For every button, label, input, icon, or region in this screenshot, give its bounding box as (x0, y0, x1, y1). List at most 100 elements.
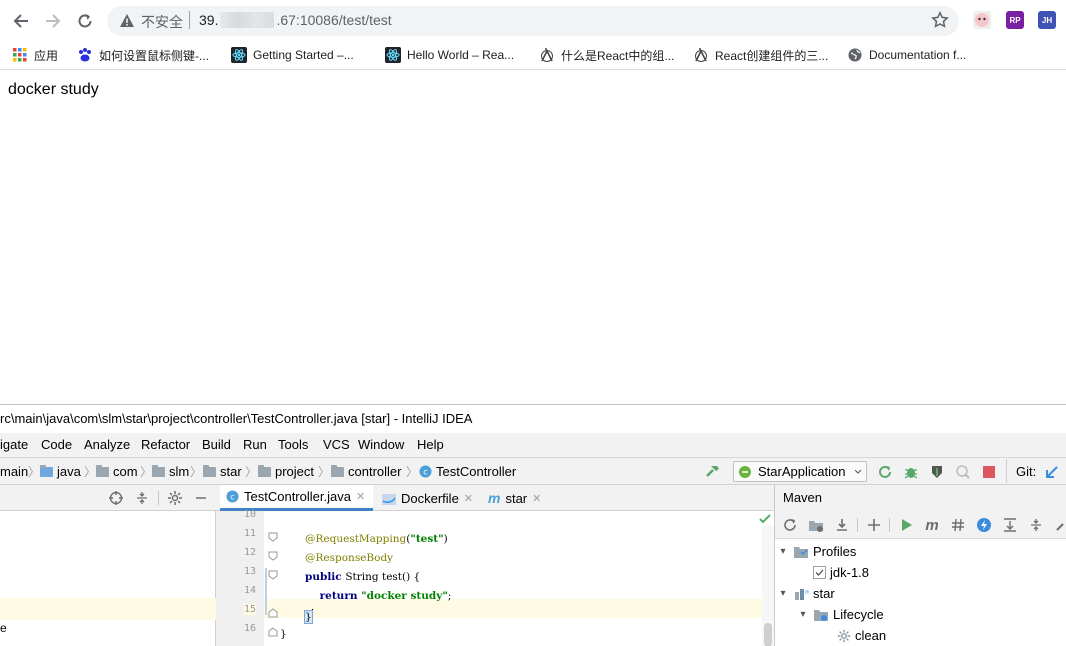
maven-tree-lifecycle[interactable]: ▾ Lifecycle (797, 607, 883, 622)
download-icon[interactable] (833, 516, 851, 534)
maven-project-icon: m (795, 588, 809, 600)
code-token: "docker study" (361, 590, 448, 602)
svg-text:c: c (423, 468, 427, 477)
breadcrumb-controller[interactable]: controller (331, 464, 401, 479)
breadcrumb-separator-icon: 〉 (28, 465, 41, 479)
fold-marker-icon[interactable] (268, 551, 278, 561)
chevron-down-icon[interactable]: ▾ (777, 588, 789, 599)
coverage-icon[interactable] (929, 464, 945, 480)
url-text[interactable]: 39. .67:10086/test/test (199, 12, 392, 28)
back-button[interactable] (10, 10, 32, 32)
fold-marker-icon[interactable] (268, 608, 278, 618)
tab-star-pom[interactable]: m star ✕ (482, 485, 548, 511)
breadcrumb-testcontroller[interactable]: c TestController (419, 464, 516, 479)
show-dependencies-icon[interactable] (1001, 516, 1019, 534)
skip-tests-icon[interactable] (975, 516, 993, 534)
jh-extension-icon[interactable]: JH (1038, 11, 1056, 29)
rerun-icon[interactable] (877, 464, 893, 480)
breadcrumb-star[interactable]: star (203, 464, 242, 479)
maven-tree-star[interactable]: ▾ m star (777, 586, 834, 601)
chevron-down-icon[interactable]: ▾ (797, 609, 809, 620)
bookmark-documentation[interactable]: Documentation f... (847, 46, 966, 64)
build-hammer-icon[interactable] (705, 464, 721, 480)
breadcrumb-project[interactable]: project (258, 464, 314, 479)
reimport-icon[interactable] (781, 516, 799, 534)
menu-help[interactable]: Help (417, 437, 444, 452)
menu-window[interactable]: Window (358, 437, 404, 452)
run-configuration-select[interactable]: StarApplication (733, 461, 867, 482)
breadcrumb-main[interactable]: main (0, 464, 28, 479)
breadcrumb-com[interactable]: com (96, 464, 138, 479)
menu-run[interactable]: Run (243, 437, 267, 452)
breadcrumb-java[interactable]: java (40, 464, 81, 479)
code-editor[interactable]: 10 11 12 13 14 15 16 @RequestMapping("te… (216, 509, 774, 646)
toggle-offline-icon[interactable] (949, 516, 967, 534)
maven-tree-jdk-profile[interactable]: jdk-1.8 (813, 565, 869, 580)
bookmark-label: React创建组件的三... (715, 48, 829, 63)
maven-tree-profiles[interactable]: ▾ Profiles (777, 544, 856, 559)
collapse-all-icon[interactable] (134, 490, 150, 506)
menu-analyze[interactable]: Analyze (84, 437, 130, 452)
code-area[interactable]: @RequestMapping("test") @ResponseBody pu… (280, 511, 774, 646)
inspection-ok-checkmark-icon[interactable] (759, 514, 771, 524)
chevron-down-icon[interactable]: ▾ (777, 546, 789, 557)
run-play-icon[interactable] (897, 516, 915, 534)
breadcrumb-slm[interactable]: slm (152, 464, 189, 479)
scrollbar-thumb[interactable] (764, 623, 772, 646)
locate-target-icon[interactable] (108, 490, 124, 506)
collapse-all-icon[interactable] (1027, 516, 1045, 534)
checkbox-checked-icon[interactable] (813, 566, 826, 579)
breadcrumb-label: star (220, 464, 242, 479)
close-icon[interactable]: ✕ (532, 492, 541, 505)
project-tree-truncated-item[interactable]: e (0, 621, 7, 635)
fold-marker-icon[interactable] (268, 532, 278, 542)
fold-marker-icon[interactable] (268, 570, 278, 580)
close-icon[interactable]: ✕ (464, 492, 473, 505)
tab-dockerfile[interactable]: Dockerfile ✕ (376, 485, 480, 511)
folder-icon (203, 464, 216, 477)
tab-testcontroller[interactable]: c TestController.java ✕ (220, 485, 373, 511)
vcs-update-icon[interactable] (1044, 464, 1060, 480)
maven-goal-icon[interactable]: m (923, 516, 941, 534)
wrench-icon[interactable] (1053, 516, 1066, 534)
menu-vcs[interactable]: VCS (323, 437, 350, 452)
bookmark-react-create[interactable]: React创建组件的三... (693, 46, 828, 64)
gear-icon[interactable] (167, 490, 183, 506)
avatar-extension-icon[interactable] (973, 11, 991, 29)
code-token: @RequestMapping (305, 533, 407, 545)
rp-extension-icon[interactable]: RP (1006, 11, 1024, 29)
hide-panel-icon[interactable] (193, 490, 209, 506)
project-tree-selected-row[interactable] (0, 598, 216, 620)
forward-button[interactable] (42, 10, 64, 32)
bookmark-apps[interactable]: 应用 (12, 46, 58, 64)
bookmark-react-components[interactable]: 什么是React中的组... (539, 46, 674, 64)
bookmark-hello-world[interactable]: Hello World – Rea... (385, 46, 514, 64)
menu-tools[interactable]: Tools (278, 437, 308, 452)
bookmark-mouse-keys[interactable]: 如何设置鼠标侧键-... (77, 46, 209, 64)
profiler-icon[interactable] (955, 464, 971, 480)
reload-button[interactable] (74, 10, 96, 32)
debug-bug-icon[interactable] (903, 464, 919, 480)
menu-refactor[interactable]: Refactor (141, 437, 190, 452)
breadcrumb-label: main (0, 464, 29, 479)
menu-code[interactable]: Code (41, 437, 72, 452)
fold-marker-icon[interactable] (268, 627, 278, 637)
bookmark-getting-started[interactable]: Getting Started –... (231, 46, 354, 64)
generate-sources-icon[interactable] (807, 516, 825, 534)
insecure-label[interactable]: 不安全 (141, 12, 183, 32)
class-c-icon: c (419, 465, 432, 478)
editor-scrollbar[interactable] (762, 525, 774, 646)
add-icon[interactable] (865, 516, 883, 534)
menu-navigate[interactable]: igate (0, 437, 28, 452)
maven-tree-clean[interactable]: clean (837, 628, 886, 643)
address-bar[interactable]: 不安全 39. .67:10086/test/test (107, 6, 959, 36)
react-icon (231, 47, 247, 63)
project-tree-panel: e (0, 511, 216, 646)
bookmark-star-icon[interactable] (931, 11, 949, 29)
ide-window-title: rc\main\java\com\slm\star\project\contro… (0, 411, 473, 426)
stop-icon[interactable] (981, 464, 997, 480)
project-panel-header (0, 485, 216, 511)
warning-triangle-icon[interactable] (119, 13, 135, 29)
menu-build[interactable]: Build (202, 437, 231, 452)
close-icon[interactable]: ✕ (356, 490, 365, 503)
